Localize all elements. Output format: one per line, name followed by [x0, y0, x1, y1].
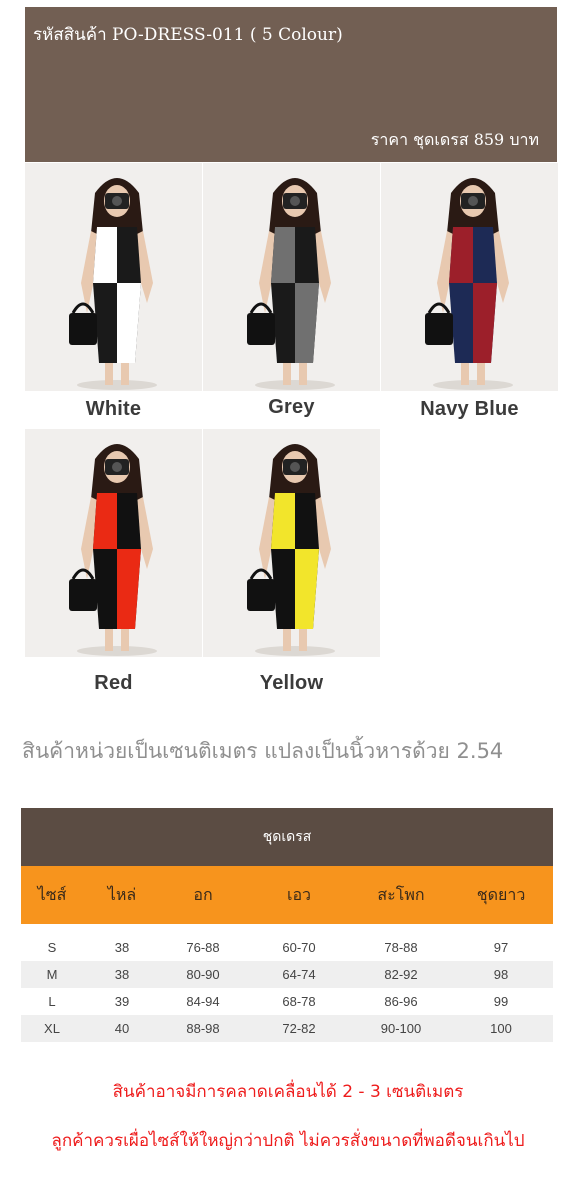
header-shoulder: ไหล่ [107, 884, 137, 904]
header-hip: สะโพก [377, 884, 425, 904]
left-leg [283, 629, 291, 651]
product-header-banner: รหัสสินค้า PO-DRESS-011 ( 5 Colour) ราคา… [25, 7, 557, 162]
color-label-white: White [85, 398, 142, 420]
dress-bottom-block [295, 283, 319, 363]
warning-tolerance: สินค้าอาจมีการคลาดเคลื่อนได้ 2 - 3 เซนติ… [112, 1082, 464, 1102]
product-price: ราคา ชุดเดรส 859 บาท [370, 130, 539, 149]
table-cell: 78-88 [384, 940, 418, 955]
handbag-handle [249, 302, 273, 314]
color-label-red: Red [94, 672, 133, 694]
floor-shadow [433, 380, 513, 390]
dress-bottom-block [295, 549, 319, 629]
table-cell: 80-90 [186, 967, 220, 982]
table-cell: M [46, 967, 58, 982]
size-table-header: ไซส์ ไหล่ อก เอว สะโพก ชุดยาว [21, 866, 553, 924]
handbag-icon [425, 313, 453, 345]
table-row: S 38 76-88 60-70 78-88 97 [21, 934, 553, 961]
table-cell: 88-98 [186, 1021, 220, 1036]
photo-white-dress[interactable] [25, 163, 202, 391]
handbag-icon [247, 313, 275, 345]
table-cell: 99 [493, 994, 509, 1009]
photo-red-dress[interactable] [25, 429, 202, 657]
model-figure-navy-blue [425, 178, 513, 390]
table-row: M 38 80-90 64-74 82-92 98 [21, 961, 553, 988]
table-cell: 38 [114, 967, 130, 982]
table-cell: 40 [114, 1021, 130, 1036]
handbag-handle [71, 568, 95, 580]
table-cell: 60-70 [282, 940, 316, 955]
table-cell: 72-82 [282, 1021, 316, 1036]
left-leg [461, 363, 469, 385]
camera-lens-icon [112, 462, 122, 472]
warning-size-advice: ลูกค้าควรเผื่อไซส์ให้ใหญ่กว่าปกติ ไม่ควร… [51, 1131, 525, 1151]
unit-conversion-note: สินค้าหน่วยเป็นเซนติเมตร แปลงเป็นนิ้วหาร… [22, 739, 504, 763]
model-figure-red [69, 444, 157, 656]
table-cell: L [48, 994, 56, 1009]
header-chest: อก [193, 884, 213, 904]
handbag-icon [69, 313, 97, 345]
camera-lens-icon [468, 196, 478, 206]
photo-navy-blue-dress[interactable] [381, 163, 558, 391]
table-cell: 38 [114, 940, 130, 955]
dress-top-block [271, 493, 295, 549]
header-length: ชุดยาว [476, 884, 526, 904]
model-figure-grey [247, 178, 335, 390]
right-leg [299, 629, 307, 651]
photo-yellow-dress[interactable] [203, 429, 380, 657]
size-table-title: ชุดเดรส [21, 808, 553, 866]
dress-top-block [93, 227, 117, 283]
camera-lens-icon [290, 462, 300, 472]
left-leg [105, 363, 113, 385]
dress-top-block [93, 493, 117, 549]
header-size: ไซส์ [37, 884, 67, 904]
dress-top-block [271, 227, 295, 283]
dress-top-block [449, 227, 473, 283]
camera-lens-icon [290, 196, 300, 206]
floor-shadow [77, 380, 157, 390]
right-leg [121, 629, 129, 651]
handbag-handle [249, 568, 273, 580]
dress-bottom-block [473, 283, 497, 363]
table-cell: 68-78 [282, 994, 316, 1009]
table-cell: S [47, 940, 57, 955]
handbag-handle [71, 302, 95, 314]
model-figure-white [69, 178, 157, 390]
dress-bottom-block [117, 549, 141, 629]
table-cell: 39 [114, 994, 130, 1009]
table-cell: 64-74 [282, 967, 316, 982]
table-cell: 97 [493, 940, 509, 955]
table-cell: 76-88 [186, 940, 220, 955]
color-label-grey: Grey [268, 396, 315, 418]
table-cell: 86-96 [384, 994, 418, 1009]
handbag-icon [247, 579, 275, 611]
floor-shadow [255, 380, 335, 390]
size-table: ชุดเดรส ไซส์ ไหล่ อก เอว สะโพก ชุดยาว S … [21, 808, 553, 1042]
table-cell: XL [44, 1021, 60, 1036]
left-leg [105, 629, 113, 651]
color-label-navy-blue: Navy Blue [420, 398, 519, 420]
table-row: L 39 84-94 68-78 86-96 99 [21, 988, 553, 1015]
model-figure-yellow [247, 444, 335, 656]
table-row: XL 40 88-98 72-82 90-100 100 [21, 1015, 553, 1042]
handbag-handle [427, 302, 451, 314]
table-cell: 90-100 [380, 1021, 422, 1036]
right-leg [477, 363, 485, 385]
product-code: รหัสสินค้า PO-DRESS-011 ( 5 Colour) [33, 25, 343, 45]
right-leg [299, 363, 307, 385]
table-cell: 100 [490, 1021, 512, 1036]
table-cell: 84-94 [186, 994, 220, 1009]
color-label-yellow: Yellow [259, 672, 324, 694]
dress-bottom-block [117, 283, 141, 363]
header-waist: เอว [286, 884, 312, 904]
table-cell: 98 [493, 967, 509, 982]
floor-shadow [77, 646, 157, 656]
handbag-icon [69, 579, 97, 611]
left-leg [283, 363, 291, 385]
floor-shadow [255, 646, 335, 656]
right-leg [121, 363, 129, 385]
camera-lens-icon [112, 196, 122, 206]
photo-grey-dress[interactable] [203, 163, 380, 391]
table-cell: 82-92 [384, 967, 418, 982]
